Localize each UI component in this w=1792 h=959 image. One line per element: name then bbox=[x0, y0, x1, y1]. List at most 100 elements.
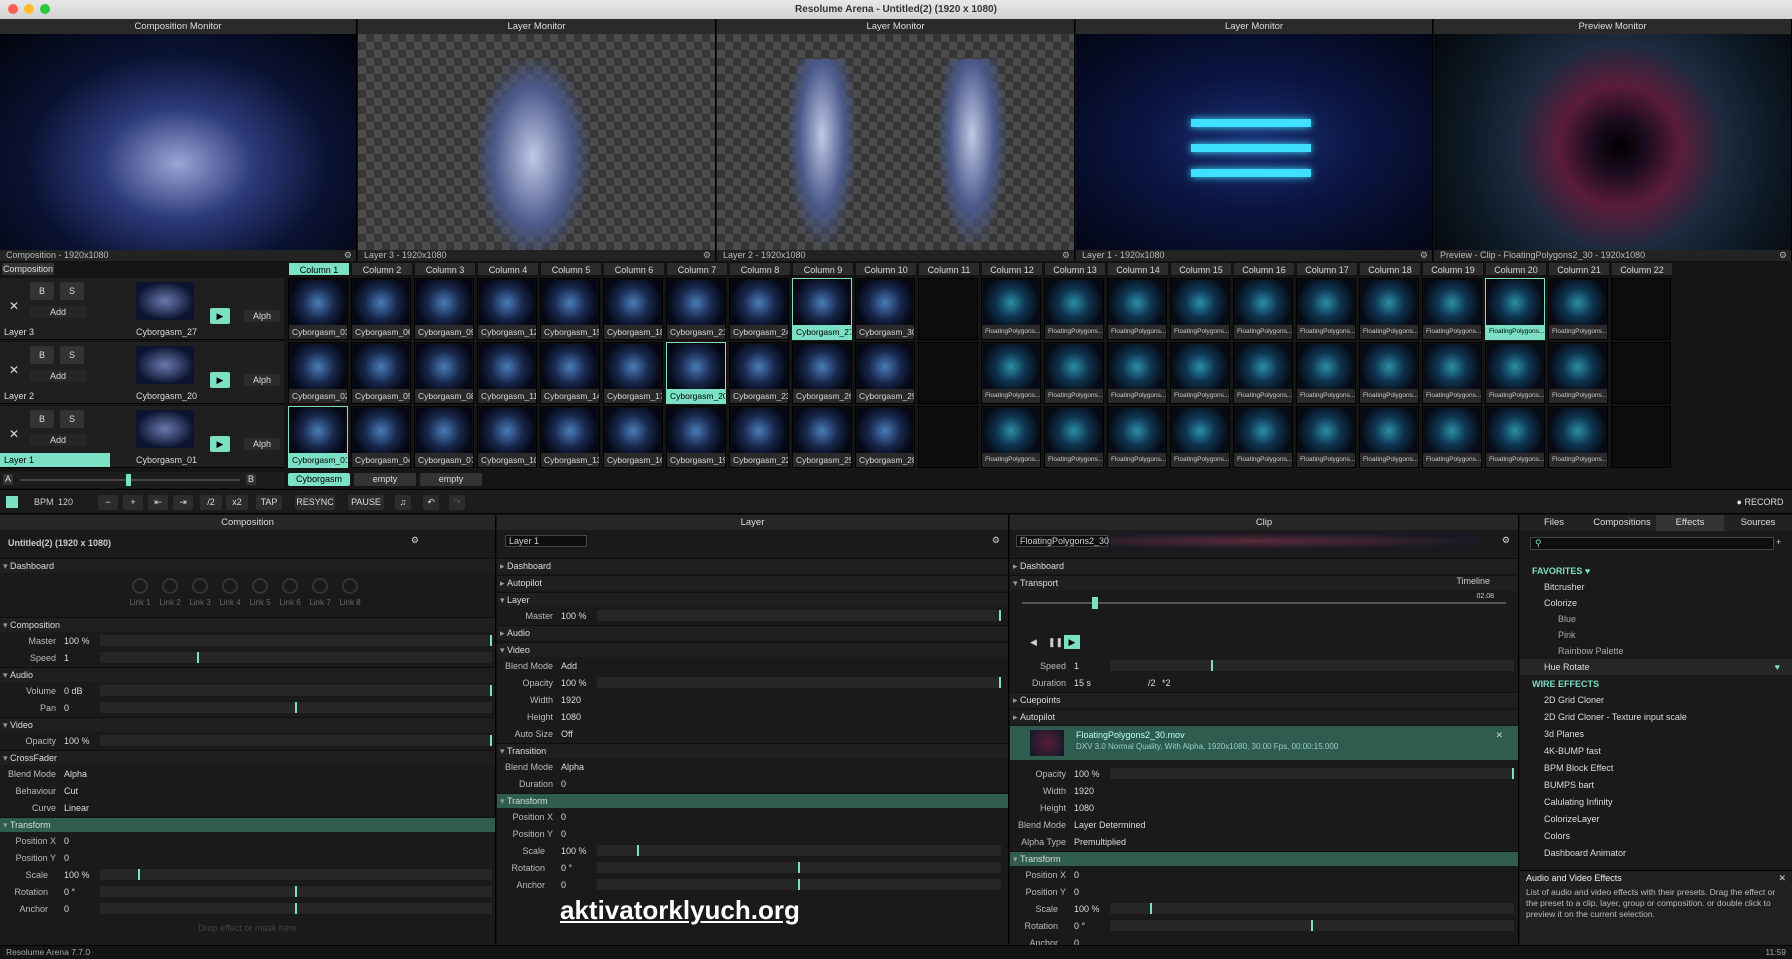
close-icon[interactable]: ✕ bbox=[1778, 873, 1786, 884]
clip-cell[interactable]: Cyborgasm_05 bbox=[351, 342, 411, 404]
clip-cell[interactable]: Cyborgasm_24 bbox=[729, 278, 789, 340]
clip-cell[interactable]: FloatingPolygons... bbox=[1107, 278, 1167, 340]
scale-value[interactable]: 100 % bbox=[561, 843, 587, 859]
play-icon[interactable]: ▶ bbox=[210, 436, 230, 452]
position-x-value[interactable]: 0 bbox=[1074, 867, 1079, 883]
scale-slider[interactable] bbox=[597, 845, 1001, 856]
clip-cell[interactable]: Cyborgasm_28 bbox=[855, 406, 915, 468]
speed-value[interactable]: 1 bbox=[64, 650, 69, 666]
clip-cell[interactable]: FloatingPolygons... bbox=[1107, 406, 1167, 468]
gear-icon[interactable]: ⚙ bbox=[1420, 250, 1428, 261]
redo-icon[interactable]: ↷ bbox=[449, 495, 465, 510]
clip-cell[interactable]: FloatingPolygons... bbox=[1548, 278, 1608, 340]
favorite-effect-item[interactable]: Pink bbox=[1520, 627, 1792, 643]
clip-cell[interactable]: FloatingPolygons... bbox=[1422, 406, 1482, 468]
alpha-button[interactable]: Alph bbox=[244, 438, 280, 450]
wire-effect-item[interactable]: Dashboard Animator bbox=[1520, 845, 1792, 861]
clip-cell[interactable]: Cyborgasm_12 bbox=[477, 278, 537, 340]
composition-section[interactable]: Composition bbox=[0, 617, 495, 633]
favorite-effect-item[interactable]: Colorize bbox=[1520, 595, 1792, 611]
clip-cell[interactable]: FloatingPolygons... bbox=[1296, 278, 1356, 340]
transform-section[interactable]: Transform bbox=[497, 793, 1008, 809]
search-input[interactable]: ⚲ bbox=[1530, 537, 1774, 550]
tap-button[interactable]: TAP bbox=[256, 495, 282, 510]
gear-icon[interactable]: ⚙ bbox=[1502, 535, 1510, 546]
layer-monitor-1[interactable]: Layer Monitor Layer 1 - 1920x1080 ⚙ bbox=[1076, 19, 1433, 261]
clip-cell[interactable]: FloatingPolygons... bbox=[1422, 278, 1482, 340]
minimize-window-icon[interactable] bbox=[24, 4, 34, 14]
clip-cell[interactable]: Cyborgasm_14 bbox=[540, 342, 600, 404]
column-tab[interactable]: Column 14 bbox=[1107, 262, 1169, 276]
clip-cell[interactable]: FloatingPolygons... bbox=[1422, 342, 1482, 404]
clip-cell[interactable]: Cyborgasm_25 bbox=[792, 406, 852, 468]
anchor-value[interactable]: 0 bbox=[561, 877, 566, 893]
clip-cell[interactable]: Cyborgasm_29 bbox=[855, 342, 915, 404]
opacity-value[interactable]: 100 % bbox=[1074, 766, 1100, 782]
browser-tab[interactable]: Files bbox=[1520, 515, 1588, 531]
play-icon[interactable]: ▶ bbox=[210, 308, 230, 324]
clip-cell[interactable]: Cyborgasm_26 bbox=[792, 342, 852, 404]
position-y-value[interactable]: 0 bbox=[64, 850, 69, 866]
heart-icon[interactable]: ♥ bbox=[1775, 659, 1780, 675]
nudge-right-icon[interactable]: ⇥ bbox=[173, 495, 193, 510]
clip-cell[interactable] bbox=[918, 278, 978, 340]
column-tab[interactable]: Column 11 bbox=[918, 262, 980, 276]
clip-cell[interactable] bbox=[1611, 342, 1671, 404]
clip-cell[interactable]: FloatingPolygons... bbox=[1359, 278, 1419, 340]
clip-cell[interactable]: Cyborgasm_23 bbox=[729, 342, 789, 404]
bpm-plus-button[interactable]: + bbox=[123, 495, 143, 510]
pan-value[interactable]: 0 bbox=[64, 700, 69, 716]
transport-section[interactable]: Transport bbox=[1010, 575, 1518, 591]
dashboard-knob[interactable] bbox=[282, 578, 298, 594]
alpha-button[interactable]: Alph bbox=[244, 374, 280, 386]
clip-cell[interactable] bbox=[1611, 278, 1671, 340]
deck-tab[interactable]: empty bbox=[420, 473, 482, 486]
clip-cell[interactable]: Cyborgasm_02 bbox=[288, 342, 348, 404]
record-button[interactable]: ● RECORD bbox=[1732, 495, 1788, 510]
dashboard-knob[interactable] bbox=[252, 578, 268, 594]
column-tab[interactable]: Column 4 bbox=[477, 262, 539, 276]
dashboard-knob[interactable] bbox=[132, 578, 148, 594]
position-y-value[interactable]: 0 bbox=[1074, 884, 1079, 900]
clip-cell[interactable]: FloatingPolygons... bbox=[1233, 278, 1293, 340]
clip-cell[interactable]: Cyborgasm_07 bbox=[414, 406, 474, 468]
wire-effect-item[interactable]: Calulating Infinity bbox=[1520, 794, 1792, 810]
autopilot-section[interactable]: Autopilot bbox=[497, 575, 1008, 591]
layer-name[interactable]: Layer 2 bbox=[0, 389, 110, 403]
column-tab[interactable]: Column 15 bbox=[1170, 262, 1232, 276]
clip-cell[interactable]: FloatingPolygons... bbox=[1359, 406, 1419, 468]
clip-cell[interactable]: FloatingPolygons... bbox=[1485, 278, 1545, 340]
duration-half-button[interactable]: /2 bbox=[1148, 675, 1156, 691]
favorite-effect-item[interactable]: Blue bbox=[1520, 611, 1792, 627]
composition-button[interactable]: Composition bbox=[2, 263, 54, 275]
gear-icon[interactable]: ⚙ bbox=[344, 250, 352, 261]
clip-cell[interactable]: Cyborgasm_10 bbox=[477, 406, 537, 468]
composition-monitor[interactable]: Composition Monitor Composition - 1920x1… bbox=[0, 19, 357, 261]
column-tab[interactable]: Column 3 bbox=[414, 262, 476, 276]
blend-mode-select[interactable]: Add bbox=[561, 658, 577, 674]
metronome-settings-icon[interactable]: ♫ bbox=[395, 495, 411, 510]
clip-cell[interactable]: Cyborgasm_09 bbox=[414, 278, 474, 340]
clip-cell[interactable]: Cyborgasm_21 bbox=[666, 278, 726, 340]
dashboard-knob[interactable] bbox=[312, 578, 328, 594]
solo-button[interactable]: S bbox=[60, 282, 84, 300]
zoom-window-icon[interactable] bbox=[40, 4, 50, 14]
opacity-value[interactable]: 100 % bbox=[561, 675, 587, 691]
position-x-value[interactable]: 0 bbox=[561, 809, 566, 825]
clip-cell[interactable]: Cyborgasm_20 bbox=[666, 342, 726, 404]
auto-size-select[interactable]: Off bbox=[561, 726, 573, 742]
gear-icon[interactable]: ⚙ bbox=[703, 250, 711, 261]
clip-cell[interactable]: FloatingPolygons... bbox=[1170, 342, 1230, 404]
column-tab[interactable]: Column 18 bbox=[1359, 262, 1421, 276]
clip-cell[interactable]: FloatingPolygons... bbox=[981, 278, 1041, 340]
bpm-value[interactable]: 120 bbox=[58, 497, 73, 507]
deck-tab[interactable]: Cyborgasm bbox=[288, 473, 350, 486]
rotation-slider[interactable] bbox=[597, 862, 1001, 873]
column-tab[interactable]: Column 21 bbox=[1548, 262, 1610, 276]
clear-layer-icon[interactable]: ✕ bbox=[2, 356, 26, 384]
bypass-button[interactable]: B bbox=[30, 282, 54, 300]
clip-cell[interactable]: Cyborgasm_18 bbox=[603, 278, 663, 340]
blend-add-select[interactable]: Add bbox=[30, 370, 86, 382]
master-value[interactable]: 100 % bbox=[561, 608, 587, 624]
rotation-value[interactable]: 0 ° bbox=[64, 884, 75, 900]
